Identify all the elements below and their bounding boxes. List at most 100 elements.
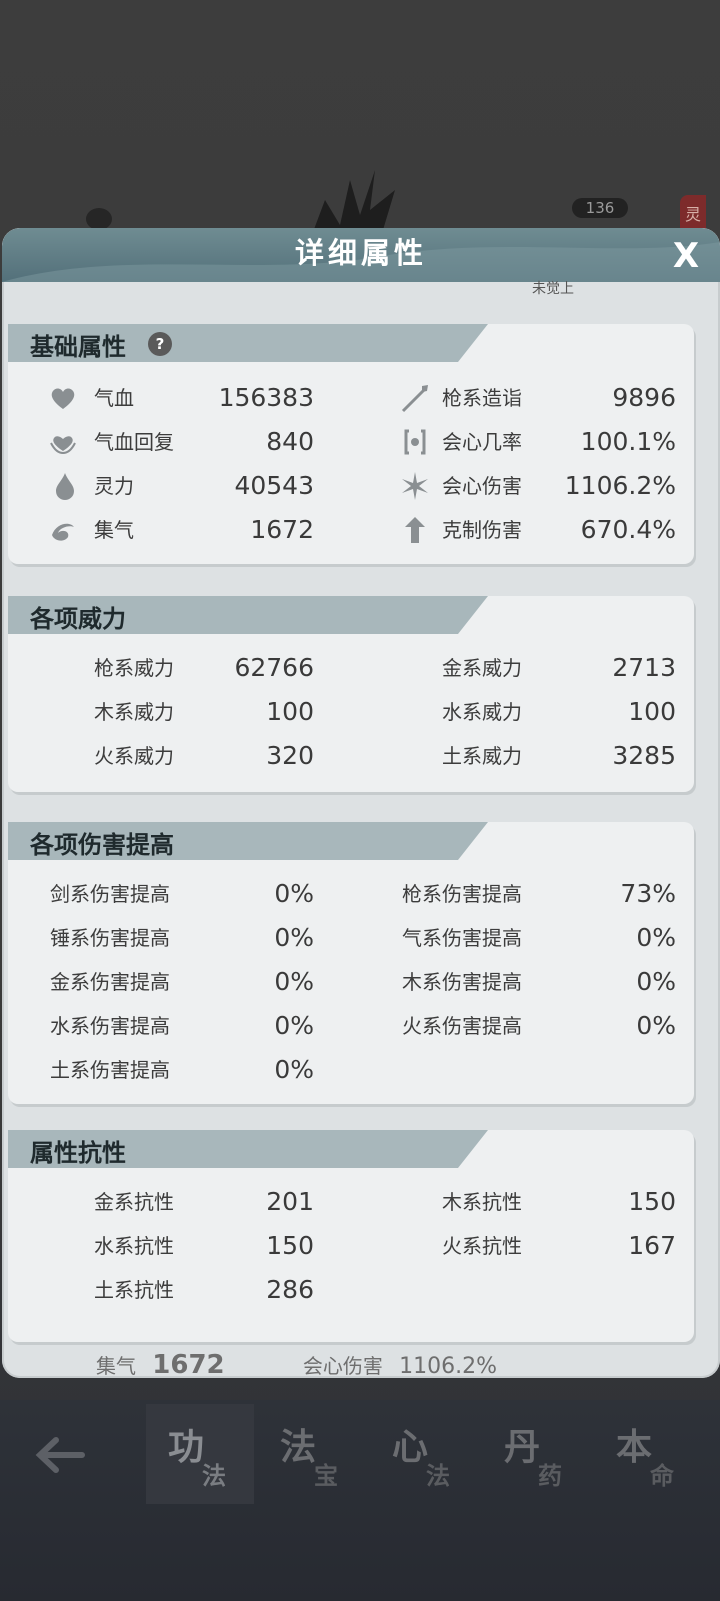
- stat-value: 201: [266, 1187, 314, 1216]
- background-stat-strip: 集气 1672 会心伤害 1106.2%: [60, 1350, 660, 1390]
- stat-label: 灵力: [94, 474, 134, 498]
- damage-bonus-card: 各项伤害提高 剑系伤害提高 0% 锤系伤害提高 0% 金系伤害提高 0% 水系伤…: [8, 822, 694, 1104]
- stat-label: 克制伤害: [442, 518, 522, 542]
- stat-row: 集气 1672: [8, 514, 328, 546]
- stat-label: 火系威力: [94, 744, 174, 768]
- card-title: 各项威力: [30, 605, 126, 633]
- stat-label: 水系威力: [442, 700, 522, 724]
- card-title: 属性抗性: [30, 1139, 126, 1167]
- stat-value: 0%: [636, 967, 676, 996]
- stat-label: 会心几率: [442, 430, 522, 454]
- stat-row: 会心伤害 1106.2%: [400, 470, 688, 502]
- tab-sub-char: 命: [650, 1462, 674, 1490]
- dialog-title: 详细属性: [294, 236, 427, 270]
- tab-main-char: 心: [392, 1427, 429, 1468]
- crit-damage-icon: [402, 472, 428, 500]
- stat-label: 土系伤害提高: [50, 1058, 170, 1082]
- heart-icon: [51, 388, 75, 409]
- stat-value: 286: [266, 1275, 314, 1304]
- background-stat-value: 1106.2%: [399, 1354, 498, 1379]
- stat-label: 金系伤害提高: [50, 970, 170, 994]
- stat-row: 气血回复 840: [8, 426, 328, 458]
- stat-value: 150: [266, 1231, 314, 1260]
- stat-row: 火系抗性 167: [400, 1230, 688, 1262]
- background-count-badge: 136: [572, 198, 628, 218]
- stat-row: 水系伤害提高 0%: [8, 1010, 328, 1042]
- stat-row: 火系威力 320: [8, 740, 328, 772]
- background-stat-label: 集气: [96, 1354, 136, 1378]
- stat-value: 3285: [612, 741, 676, 770]
- counter-damage-icon: [405, 517, 425, 543]
- stat-value: 62766: [234, 653, 314, 682]
- background-stat-label: 会心伤害: [302, 1354, 383, 1378]
- stat-value: 73%: [620, 879, 676, 908]
- tab-gongfa[interactable]: 功 法: [146, 1404, 254, 1504]
- dialog-title-bar: 详细属性 X: [2, 228, 720, 282]
- stat-value: 150: [628, 1187, 676, 1216]
- tab-sub-char: 法: [202, 1462, 226, 1490]
- stat-row: 气系伤害提高 0%: [400, 922, 688, 954]
- swirl-icon: [52, 523, 74, 541]
- stat-value: 156383: [218, 383, 314, 412]
- stat-row: 火系伤害提高 0%: [400, 1010, 688, 1042]
- stat-label: 枪系造诣: [442, 386, 522, 410]
- stat-label: 会心伤害: [442, 474, 522, 498]
- stat-label: 水系伤害提高: [50, 1014, 170, 1038]
- tab-main-char: 法: [280, 1427, 317, 1468]
- stat-label: 木系威力: [94, 700, 174, 724]
- stat-value: 9896: [612, 383, 676, 412]
- stat-row: 气血 156383: [8, 382, 328, 414]
- stat-label: 剑系伤害提高: [50, 882, 170, 906]
- stat-row: 水系抗性 150: [8, 1230, 328, 1262]
- tab-xinfa[interactable]: 心 法: [370, 1404, 478, 1504]
- stat-row: 灵力 40543: [8, 470, 328, 502]
- stat-row: 木系抗性 150: [400, 1186, 688, 1218]
- stat-value: 100.1%: [580, 427, 676, 456]
- stat-value: 0%: [274, 923, 314, 952]
- stat-label: 气系伤害提高: [402, 926, 522, 950]
- background-stat-value: 1672: [152, 1350, 225, 1380]
- card-title: 各项伤害提高: [30, 831, 174, 859]
- stat-row: 枪系威力 62766: [8, 652, 328, 684]
- back-arrow-button[interactable]: [30, 1430, 90, 1480]
- stat-row: 枪系造诣 9896: [400, 382, 688, 414]
- stat-value: 1672: [250, 515, 314, 544]
- tab-fabao[interactable]: 法 宝: [258, 1404, 366, 1504]
- stat-label: 土系抗性: [94, 1278, 174, 1302]
- flame-drop-icon: [56, 473, 74, 500]
- stat-label: 木系伤害提高: [402, 970, 522, 994]
- tab-danyao[interactable]: 丹 药: [482, 1404, 590, 1504]
- stat-row: 水系威力 100: [400, 696, 688, 728]
- stat-value: 670.4%: [580, 515, 676, 544]
- stat-row: 剑系伤害提高 0%: [8, 878, 328, 910]
- stat-value: 0%: [274, 1055, 314, 1084]
- help-button[interactable]: ?: [148, 332, 172, 356]
- stat-row: 土系威力 3285: [400, 740, 688, 772]
- stat-label: 火系伤害提高: [402, 1014, 522, 1038]
- stat-value: 40543: [234, 471, 314, 500]
- stat-row: 木系伤害提高 0%: [400, 966, 688, 998]
- stat-value: 167: [628, 1231, 676, 1260]
- stat-label: 气血回复: [94, 430, 174, 454]
- close-button[interactable]: X: [664, 234, 708, 278]
- stat-label: 土系威力: [442, 744, 522, 768]
- resistance-card: 属性抗性 金系抗性 201 水系抗性 150 土系抗性 286 木系抗性 150…: [8, 1130, 694, 1342]
- stat-label: 火系抗性: [442, 1234, 522, 1258]
- stat-label: 金系抗性: [94, 1190, 174, 1214]
- tab-sub-char: 药: [538, 1462, 562, 1490]
- tab-main-char: 本: [616, 1427, 653, 1468]
- stat-row: 金系抗性 201: [8, 1186, 328, 1218]
- stat-label: 枪系威力: [94, 656, 174, 680]
- stat-row: 土系抗性 286: [8, 1274, 328, 1306]
- stat-value: 0%: [274, 967, 314, 996]
- tab-main-char: 功: [168, 1427, 205, 1468]
- tab-sub-char: 法: [426, 1462, 450, 1490]
- stat-label: 集气: [94, 518, 134, 542]
- stat-label: 枪系伤害提高: [402, 882, 522, 906]
- tab-benming[interactable]: 本 命: [594, 1404, 702, 1504]
- stat-value: 2713: [612, 653, 676, 682]
- spear-icon: [401, 385, 428, 413]
- basic-attributes-card: 基础属性 ? 气血 156383 气血回复 840 灵力 40543 集气 16…: [8, 324, 694, 564]
- stat-label: 气血: [94, 386, 134, 410]
- stat-value: 1106.2%: [564, 471, 676, 500]
